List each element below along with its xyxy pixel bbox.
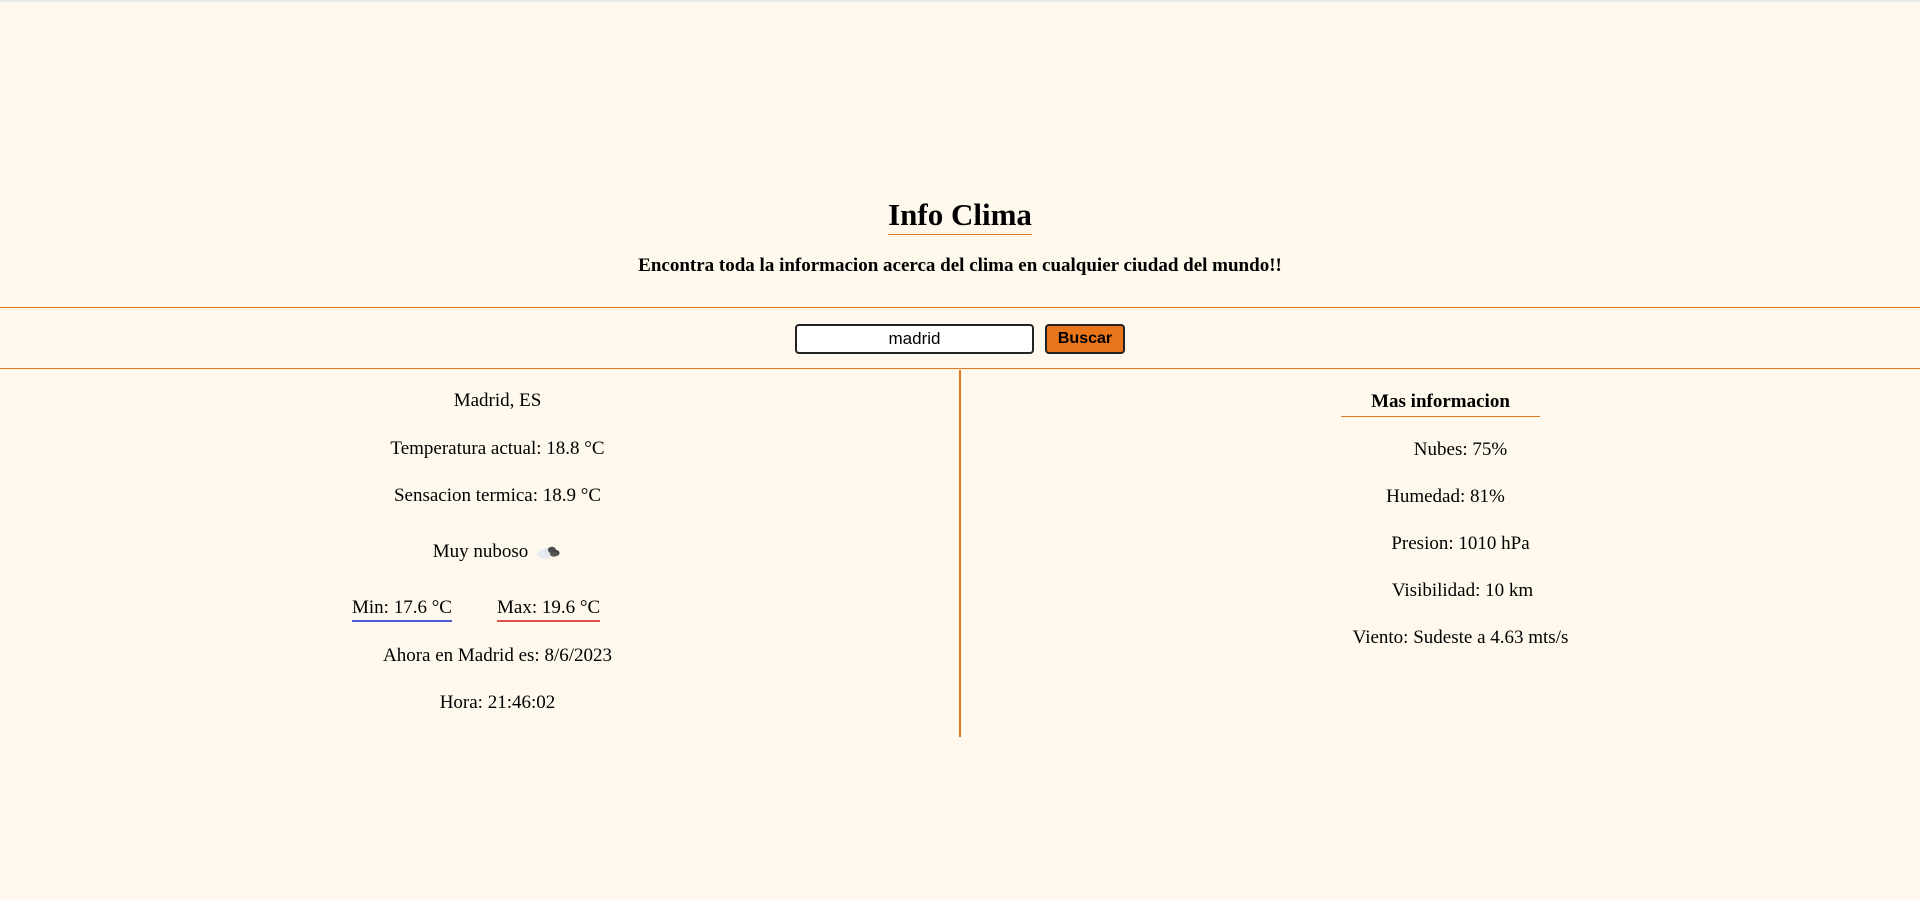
broken-clouds-icon	[534, 542, 562, 560]
min-max-row: Min: 17.6 °C Max: 19.6 °C	[0, 596, 959, 622]
local-time: Hora: 21:46:02	[439, 692, 556, 713]
city-search-input[interactable]	[795, 324, 1034, 354]
location-label: Madrid, ES	[453, 390, 542, 411]
clouds-info: Nubes: 75%	[1413, 439, 1508, 460]
local-date: Ahora en Madrid es: 8/6/2023	[382, 645, 612, 666]
search-button[interactable]: Buscar	[1045, 324, 1125, 354]
pressure-info: Presion: 1010 hPa	[1391, 533, 1530, 554]
humidity-info: Humedad: 81%	[1386, 486, 1505, 507]
current-weather-panel: Madrid, ES Temperatura actual: 18.8 °C S…	[0, 370, 959, 737]
visibility-info: Visibilidad: 10 km	[1391, 580, 1534, 601]
max-temperature: Max: 19.6 °C	[497, 596, 601, 622]
wind-info: Viento: Sudeste a 4.63 mts/s	[1352, 627, 1569, 648]
more-info-panel: Mas informacion Nubes: 75% Humedad: 81% …	[961, 370, 1920, 737]
page-title: Info Clima	[0, 195, 1920, 235]
search-bar: Buscar	[0, 307, 1920, 369]
page-subtitle: Encontra toda la informacion acerca del …	[638, 255, 1282, 276]
page-header: Info Clima Encontra toda la informacion …	[0, 0, 1920, 307]
weather-description-row: Muy nuboso	[18, 540, 977, 564]
page-title-text: Info Clima	[888, 197, 1032, 235]
weather-description: Muy nuboso	[432, 541, 529, 562]
current-temperature: Temperatura actual: 18.8 °C	[390, 438, 605, 459]
feels-like-temperature: Sensacion termica: 18.9 °C	[393, 485, 602, 506]
more-info-title: Mas informacion	[1341, 390, 1540, 417]
min-temperature: Min: 17.6 °C	[352, 596, 452, 622]
